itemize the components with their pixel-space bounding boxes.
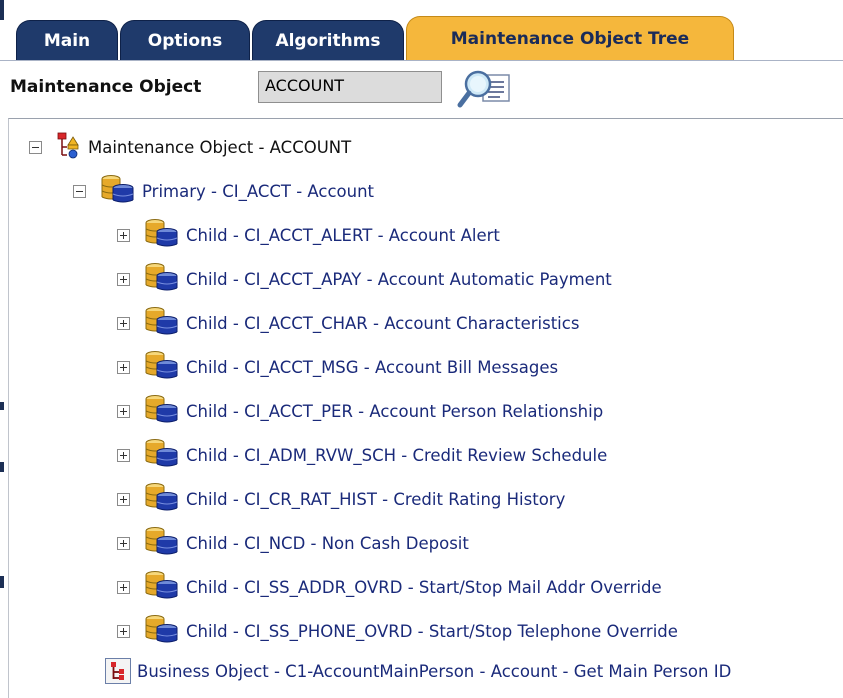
tree-node-child[interactable]: Child - CI_SS_ADDR_OVRD - Start/Stop Mai…: [117, 567, 662, 607]
expand-icon[interactable]: [117, 580, 130, 594]
edge-mark: [0, 402, 4, 410]
database-table-icon: [144, 262, 178, 296]
tree-node-root[interactable]: Maintenance Object - ACCOUNT: [29, 127, 351, 167]
tree-node-child[interactable]: Child - CI_CR_RAT_HIST - Credit Rating H…: [117, 479, 565, 519]
tree-node-label: Child - CI_ACCT_APAY - Account Automatic…: [186, 269, 612, 289]
tree-node-label: Child - CI_ACCT_MSG - Account Bill Messa…: [186, 357, 559, 377]
database-table-icon: [144, 570, 178, 604]
tree-node-child[interactable]: Child - CI_ACCT_MSG - Account Bill Messa…: [117, 347, 558, 387]
edge-mark: [0, 576, 4, 588]
tree-node-label: Business Object - C1-AccountMainPerson -…: [137, 661, 732, 681]
maintenance-object-icon: [56, 131, 80, 163]
tree-node-label: Child - CI_ACCT_PER - Account Person Rel…: [186, 401, 604, 421]
maintenance-object-tree: Maintenance Object - ACCOUNT Primary - C…: [8, 118, 843, 698]
search-magnifier-icon[interactable]: [456, 67, 514, 111]
tree-node-label: Child - CI_SS_PHONE_OVRD - Start/Stop Te…: [186, 621, 678, 641]
tree-node-child[interactable]: Child - CI_ACCT_CHAR - Account Character…: [117, 303, 579, 343]
maintenance-object-row: Maintenance Object ACCOUNT: [0, 60, 843, 117]
collapse-icon[interactable]: [29, 140, 42, 154]
maintenance-object-label: Maintenance Object: [10, 77, 202, 97]
tab-bar: Main Options Algorithms Maintenance Obje…: [8, 0, 843, 60]
business-object-icon: [105, 658, 131, 684]
tree-node-child[interactable]: Child - CI_ACCT_PER - Account Person Rel…: [117, 391, 603, 431]
edge-mark: [0, 0, 4, 20]
tab-maintenance-object-tree[interactable]: Maintenance Object Tree: [406, 16, 734, 60]
database-table-icon: [144, 218, 178, 252]
database-table-icon: [144, 394, 178, 428]
expand-icon[interactable]: [117, 316, 130, 330]
expand-icon[interactable]: [117, 404, 130, 418]
page: Main Options Algorithms Maintenance Obje…: [0, 0, 843, 698]
tree-node-child[interactable]: Child - CI_ACCT_APAY - Account Automatic…: [117, 259, 612, 299]
expand-icon[interactable]: [117, 360, 130, 374]
maintenance-object-field[interactable]: ACCOUNT: [258, 71, 442, 103]
database-table-icon: [144, 350, 178, 384]
tree-node-label: Child - CI_CR_RAT_HIST - Credit Rating H…: [186, 489, 566, 509]
expand-icon[interactable]: [117, 272, 130, 286]
tree-node-child[interactable]: Child - CI_NCD - Non Cash Deposit: [117, 523, 469, 563]
tree-node-label: Child - CI_NCD - Non Cash Deposit: [186, 533, 469, 553]
database-table-icon: [144, 482, 178, 516]
tree-node-label: Child - CI_SS_ADDR_OVRD - Start/Stop Mai…: [186, 577, 662, 597]
tree-node-child[interactable]: Child - CI_ADM_RVW_SCH - Credit Review S…: [117, 435, 607, 475]
tree-node-label: Child - CI_ACCT_CHAR - Account Character…: [186, 313, 580, 333]
expand-icon[interactable]: [117, 492, 130, 506]
database-table-icon: [144, 526, 178, 560]
database-table-icon: [100, 174, 134, 208]
tab-options[interactable]: Options: [120, 20, 250, 60]
expand-icon[interactable]: [117, 448, 130, 462]
tree-node-label: Primary - CI_ACCT - Account: [142, 181, 375, 201]
tree-node-label: Maintenance Object - ACCOUNT: [88, 137, 352, 157]
expand-icon[interactable]: [117, 228, 130, 242]
database-table-icon: [144, 438, 178, 472]
tree-node-business-object[interactable]: Business Object - C1-AccountMainPerson -…: [105, 651, 731, 691]
tree-node-primary[interactable]: Primary - CI_ACCT - Account: [73, 171, 374, 211]
expand-icon[interactable]: [117, 624, 130, 638]
edge-mark: [0, 462, 4, 472]
tree-node-child[interactable]: Child - CI_ACCT_ALERT - Account Alert: [117, 215, 500, 255]
tree-node-label: Child - CI_ACCT_ALERT - Account Alert: [186, 225, 500, 245]
expand-icon[interactable]: [117, 536, 130, 550]
tree-node-label: Child - CI_ADM_RVW_SCH - Credit Review S…: [186, 445, 608, 465]
database-table-icon: [144, 614, 178, 648]
tab-main[interactable]: Main: [16, 20, 118, 60]
tab-algorithms[interactable]: Algorithms: [252, 20, 404, 60]
tree-node-child[interactable]: Child - CI_SS_PHONE_OVRD - Start/Stop Te…: [117, 611, 678, 651]
database-table-icon: [144, 306, 178, 340]
collapse-icon[interactable]: [73, 184, 86, 198]
